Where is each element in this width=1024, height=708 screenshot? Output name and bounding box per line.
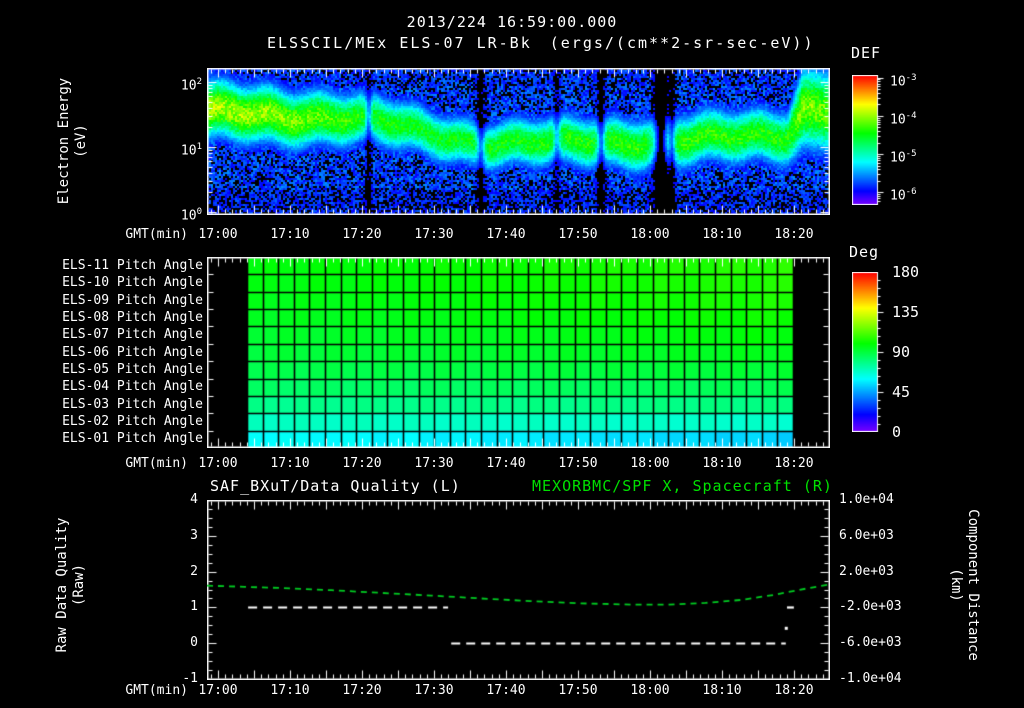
energy-tick-label: 102 [180, 77, 202, 94]
deg-colorbar-tick-label: 45 [892, 383, 911, 401]
spectrogram-y-axis-label: Electron Energy (eV) [56, 77, 89, 205]
time-tick-label: 18:00 [630, 227, 670, 242]
time-tick-label: 17:40 [486, 456, 526, 471]
quality-distance-plot [207, 500, 830, 680]
time-tick-label: 18:20 [774, 227, 814, 242]
quality-tick-label: 1 [190, 599, 198, 615]
gmt-label-top: GMT(min) [125, 227, 188, 242]
row-label-els-03: ELS-03 Pitch Angle [62, 397, 203, 412]
def-colorbar-tick-label: 10-5 [890, 149, 917, 166]
time-tick-label: 17:20 [342, 227, 382, 242]
plot-subtitle: ELSSCIL/MEx ELS-07 LR-Bk (ergs/(cm**2-sr-… [267, 34, 815, 52]
energy-tick-label: 101 [180, 142, 202, 159]
deg-colorbar-tick-label: 135 [892, 303, 920, 321]
time-tick-label: 17:50 [558, 456, 598, 471]
deg-colorbar-title: Deg [849, 243, 880, 261]
time-tick-label: 18:10 [702, 683, 742, 698]
time-tick-label: 17:30 [414, 456, 454, 471]
time-tick-label: 18:20 [774, 456, 814, 471]
distance-tick-label: -1.0e+04 [839, 671, 902, 686]
row-label-els-01: ELS-01 Pitch Angle [62, 431, 203, 446]
def-colorbar [852, 75, 886, 205]
row-label-els-06: ELS-06 Pitch Angle [62, 345, 203, 360]
spacecraft-series-title: MEXORBMC/SPF X, Spacecraft (R) [532, 477, 833, 495]
time-tick-label: 17:30 [414, 683, 454, 698]
time-tick-label: 17:40 [486, 227, 526, 242]
row-label-els-08: ELS-08 Pitch Angle [62, 310, 203, 325]
quality-tick-label: -1 [182, 671, 198, 686]
quality-y-axis-label: Raw Data Quality (Raw) [54, 517, 87, 653]
electron-energy-spectrogram [207, 68, 830, 215]
pitch-angle-grid [207, 257, 830, 448]
instrument-label: ELSSCIL/MEx ELS-07 LR-Bk [267, 34, 532, 52]
time-tick-label: 17:00 [198, 456, 238, 471]
distance-tick-label: -2.0e+03 [839, 599, 902, 615]
row-label-els-10: ELS-10 Pitch Angle [62, 275, 203, 290]
deg-colorbar-tick-label: 90 [892, 343, 911, 361]
time-tick-label: 18:10 [702, 227, 742, 242]
time-tick-label: 17:50 [558, 683, 598, 698]
time-tick-label: 18:00 [630, 683, 670, 698]
def-colorbar-tick-label: 10-4 [890, 111, 917, 128]
deg-colorbar [852, 272, 886, 432]
time-tick-label: 18:00 [630, 456, 670, 471]
quality-tick-label: 4 [190, 492, 198, 507]
quality-tick-label: 3 [190, 527, 198, 543]
time-tick-label: 17:00 [198, 683, 238, 698]
quality-series-title: SAF_BXuT/Data Quality (L) [210, 477, 461, 495]
time-tick-label: 17:00 [198, 227, 238, 242]
plot-page: 2013/224 16:59:00.000 ELSSCIL/MEx ELS-07… [0, 0, 1024, 708]
energy-tick-label: 100 [180, 207, 202, 224]
units-label: (ergs/(cm**2-sr-sec-eV)) [549, 34, 815, 52]
deg-colorbar-tick-label: 0 [892, 423, 902, 441]
row-label-els-07: ELS-07 Pitch Angle [62, 327, 203, 342]
time-tick-label: 17:50 [558, 227, 598, 242]
time-tick-label: 17:10 [270, 456, 310, 471]
time-tick-label: 18:20 [774, 683, 814, 698]
def-colorbar-tick-label: 10-6 [890, 187, 917, 204]
time-tick-label: 17:10 [270, 683, 310, 698]
def-colorbar-title: DEF [851, 44, 882, 62]
time-tick-label: 17:20 [342, 683, 382, 698]
quality-tick-label: 2 [190, 563, 198, 579]
plot-date-title: 2013/224 16:59:00.000 [406, 13, 618, 31]
row-label-els-05: ELS-05 Pitch Angle [62, 362, 203, 377]
row-label-els-11: ELS-11 Pitch Angle [62, 258, 203, 273]
time-tick-label: 17:20 [342, 456, 382, 471]
row-label-els-02: ELS-02 Pitch Angle [62, 414, 203, 429]
time-tick-label: 17:10 [270, 227, 310, 242]
deg-colorbar-tick-label: 180 [892, 263, 920, 281]
def-colorbar-tick-label: 10-3 [890, 73, 917, 90]
gmt-label-middle: GMT(min) [125, 456, 188, 471]
distance-tick-label: 6.0e+03 [839, 527, 894, 543]
distance-tick-label: 2.0e+03 [839, 563, 894, 579]
distance-tick-label: 1.0e+04 [839, 492, 894, 507]
row-label-els-04: ELS-04 Pitch Angle [62, 379, 203, 394]
time-tick-label: 17:30 [414, 227, 454, 242]
quality-tick-label: 0 [190, 635, 198, 651]
distance-tick-label: -6.0e+03 [839, 635, 902, 651]
distance-y-axis-label: Component Distance (km) [948, 509, 981, 661]
row-label-els-09: ELS-09 Pitch Angle [62, 293, 203, 308]
time-tick-label: 18:10 [702, 456, 742, 471]
time-tick-label: 17:40 [486, 683, 526, 698]
